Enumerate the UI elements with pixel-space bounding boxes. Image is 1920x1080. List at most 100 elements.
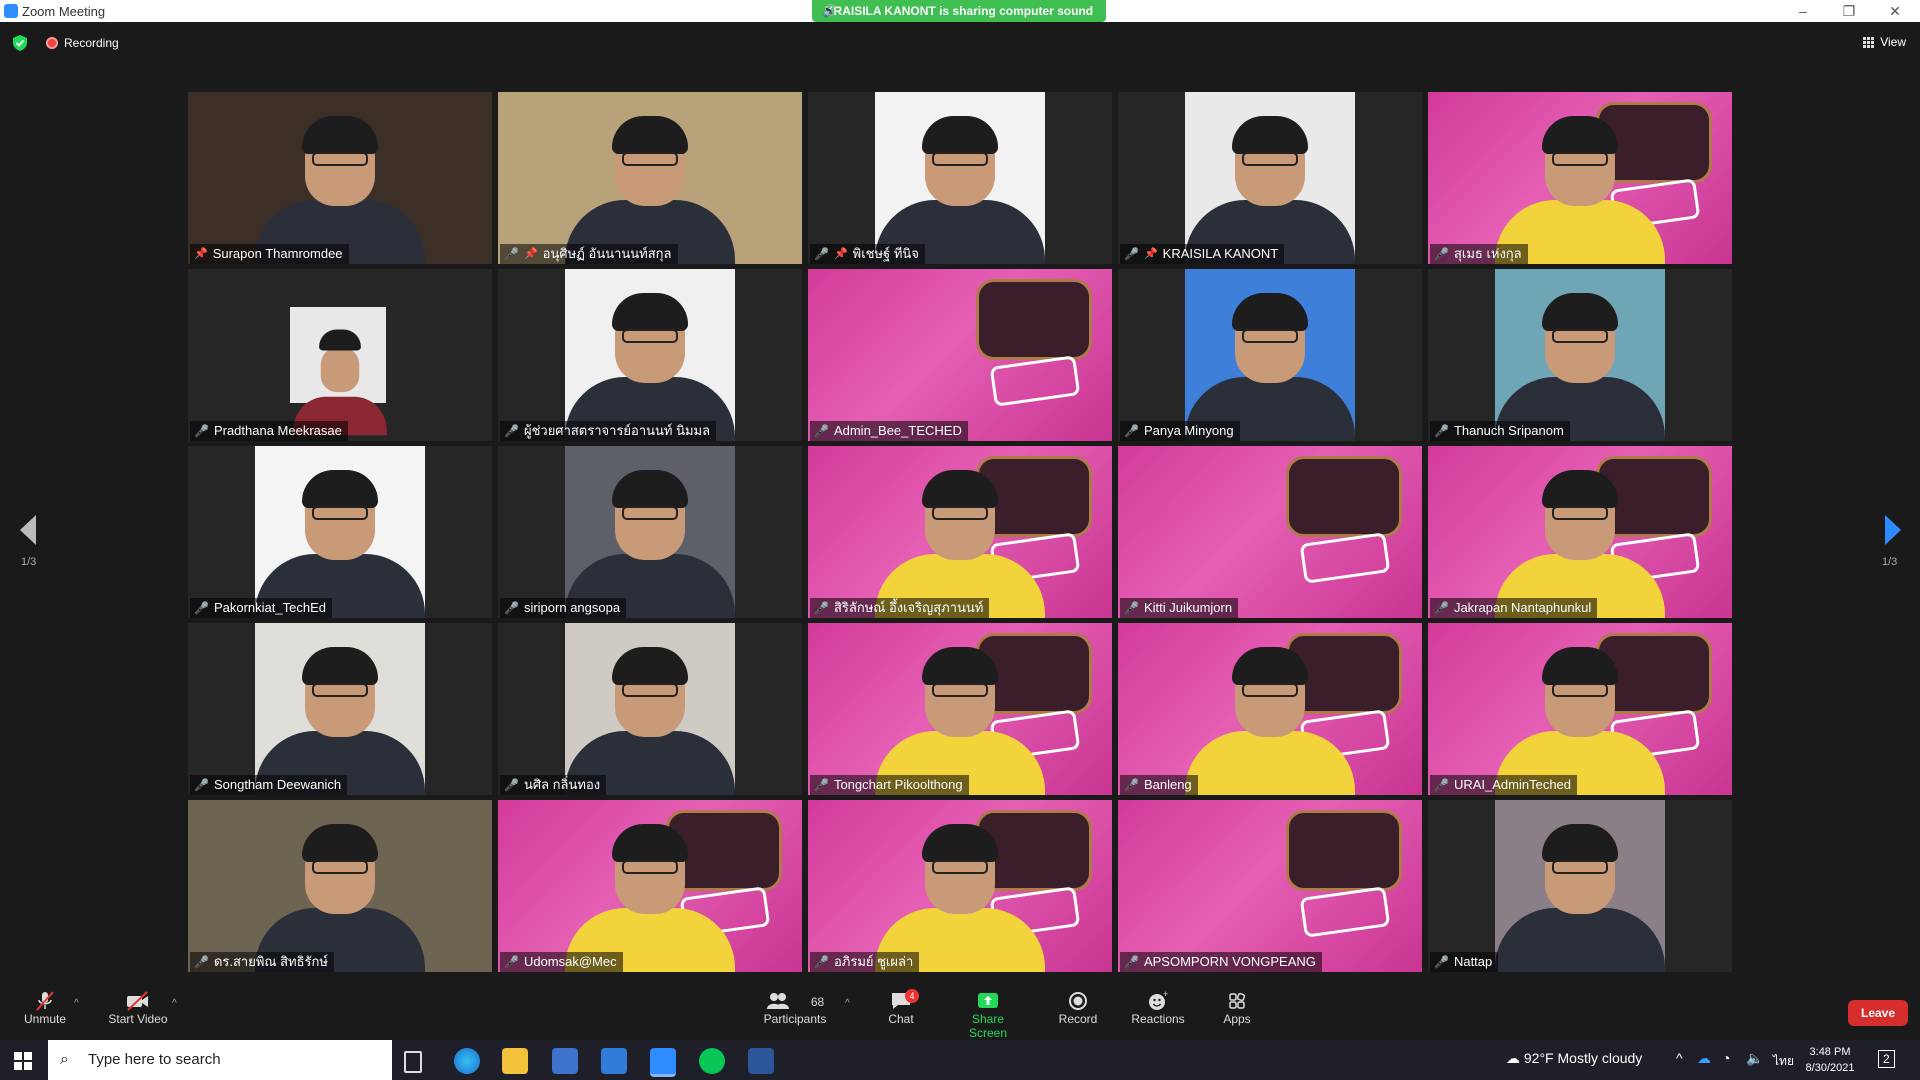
onedrive-icon[interactable]: ☁: [1697, 1050, 1711, 1067]
edge-browser-icon[interactable]: [454, 1048, 480, 1074]
maximize-button[interactable]: ❐: [1826, 0, 1872, 22]
volume-icon[interactable]: 🔈: [1746, 1050, 1763, 1067]
svg-text:+: +: [1163, 990, 1168, 999]
participant-video-tile[interactable]: 🎤 Pakornkiat_TechEd: [188, 446, 492, 618]
close-window-button[interactable]: ✕: [1872, 0, 1918, 22]
background-badge: [1299, 532, 1391, 584]
microsoft-store-icon[interactable]: [552, 1048, 578, 1074]
notification-center-icon[interactable]: 2: [1878, 1050, 1895, 1068]
notification-count: 2: [1883, 1052, 1890, 1066]
pin-icon: 📌: [1143, 248, 1158, 260]
taskbar-clock[interactable]: 3:48 PM 8/30/2021: [1795, 1044, 1865, 1076]
line-app-icon[interactable]: [699, 1048, 725, 1074]
task-view-icon[interactable]: [404, 1051, 422, 1073]
participant-name-label: 🎤 สุเมธ เห่งกุล: [1430, 244, 1528, 264]
background-speech-bubble: [1286, 810, 1402, 891]
participant-video-tile[interactable]: 🎤 siriporn angsopa: [498, 446, 802, 618]
participant-name-label: 🎤 📌 KRAISILA KANONT: [1120, 244, 1285, 264]
mic-muted-icon: 🎤: [504, 424, 519, 438]
weather-text: 92°F Mostly cloudy: [1523, 1050, 1643, 1066]
mic-muted-icon: 🎤: [1124, 247, 1139, 261]
reactions-button[interactable]: + Reactions: [1130, 989, 1186, 1026]
audio-options-caret-icon[interactable]: ^: [74, 998, 79, 1009]
recording-indicator[interactable]: Recording: [46, 36, 119, 50]
mail-icon[interactable]: [601, 1048, 627, 1074]
prev-page-arrow-icon[interactable]: [20, 515, 36, 545]
glasses: [932, 683, 988, 697]
participant-video-tile[interactable]: 🎤 Pradthana Meekrasae: [188, 269, 492, 441]
security-shield-icon[interactable]: [13, 35, 27, 51]
participant-video-tile[interactable]: 🎤 Kitti Juikumjorn: [1118, 446, 1422, 618]
participants-caret-icon[interactable]: ^: [845, 998, 850, 1009]
mic-muted-icon: [22, 990, 68, 1012]
input-language[interactable]: ไทย: [1773, 1052, 1794, 1071]
participant-video-tile[interactable]: 🎤 อภิรมย์ ชูเผล่า: [808, 800, 1112, 972]
video-gallery-grid: 📌 Surapon Thamromdee 🎤 📌 อนุศิษฏ์ อันนานนท์ส…: [188, 92, 1732, 972]
minimize-button[interactable]: –: [1780, 0, 1826, 22]
participant-video-tile[interactable]: 🎤 📌 อนุศิษฏ์ อันนานนท์สกุล: [498, 92, 802, 264]
participant-video-tile[interactable]: 🎤 Banleng: [1118, 623, 1422, 795]
participant-name: Admin_Bee_TECHED: [833, 423, 962, 438]
leave-button[interactable]: Leave: [1848, 1000, 1908, 1026]
participant-video-tile[interactable]: 🎤 สิริลักษณ์ อึ้งเจริญสุภานนท์: [808, 446, 1112, 618]
weather-widget[interactable]: ☁ 92°F Mostly cloudy: [1506, 1050, 1642, 1067]
participant-name: Kitti Juikumjorn: [1143, 600, 1233, 615]
wifi-icon[interactable]: ◔: [1722, 1050, 1730, 1066]
participant-name-label: 🎤 Tongchart Pikoolthong: [810, 775, 969, 795]
participant-video-tile[interactable]: 🎤 📌 KRAISILA KANONT: [1118, 92, 1422, 264]
participant-hair: [319, 329, 361, 351]
recording-label: Recording: [64, 36, 119, 50]
unmute-button[interactable]: Unmute: [22, 990, 68, 1026]
share-screen-button[interactable]: Share Screen: [952, 990, 1024, 1040]
view-button[interactable]: View: [1863, 35, 1906, 49]
participant-video: [1118, 446, 1422, 618]
page-indicator-left: 1/3: [21, 556, 37, 568]
participant-video-tile[interactable]: 🎤 Admin_Bee_TECHED: [808, 269, 1112, 441]
taskbar-search-box[interactable]: ⌕ Type here to search: [48, 1040, 392, 1080]
participant-name: สุเมธ เห่งกุล: [1453, 246, 1522, 261]
word-icon[interactable]: [748, 1048, 774, 1074]
participant-video-tile[interactable]: 🎤 Nattap: [1428, 800, 1732, 972]
pin-icon: 📌: [833, 248, 848, 260]
participant-video-tile[interactable]: 🎤 Jakrapan Nantaphunkul: [1428, 446, 1732, 618]
video-options-caret-icon[interactable]: ^: [172, 998, 177, 1009]
participant-name-label: 🎤 สิริลักษณ์ อึ้งเจริญสุภานนท์: [810, 598, 990, 618]
glasses: [1242, 683, 1298, 697]
pin-icon: 📌: [523, 248, 538, 260]
mic-muted-icon: 🎤: [194, 601, 209, 615]
file-explorer-icon[interactable]: [502, 1048, 528, 1074]
participant-video-tile[interactable]: 🎤 Panya Minyong: [1118, 269, 1422, 441]
participant-name: Panya Minyong: [1143, 423, 1234, 438]
tray-overflow-icon[interactable]: ^: [1676, 1050, 1683, 1066]
zoom-taskbar-icon[interactable]: [650, 1048, 676, 1077]
participant-name-label: 🎤 URAI_AdminTeched: [1430, 775, 1578, 795]
participant-video-tile[interactable]: 🎤 APSOMPORN VONGPEANG: [1118, 800, 1422, 972]
record-button[interactable]: Record: [1056, 990, 1100, 1026]
sharing-sound-banner[interactable]: 🔊 KRAISILA KANONT is sharing computer so…: [812, 0, 1106, 22]
windows-start-icon[interactable]: [14, 1052, 32, 1070]
search-icon: ⌕: [60, 1051, 69, 1068]
participant-video-tile[interactable]: 🎤 📌 พิเชษฐ์ ทีนิจ: [808, 92, 1112, 264]
participant-video-tile[interactable]: 🎤 ผู้ช่วยศาสตราจารย์อานนท์ นิมมล: [498, 269, 802, 441]
mic-muted-icon: 🎤: [814, 424, 829, 438]
glasses: [932, 152, 988, 166]
participant-video-tile[interactable]: 🎤 URAI_AdminTeched: [1428, 623, 1732, 795]
participant-name: KRAISILA KANONT: [1162, 246, 1279, 261]
participant-name: นศิล กลิ่นทอง: [523, 777, 601, 792]
background-speech-bubble: [1286, 456, 1402, 537]
participant-name-label: 🎤 📌 พิเชษฐ์ ทีนิจ: [810, 244, 925, 264]
participant-video-tile[interactable]: 🎤 Udomsak@Mec: [498, 800, 802, 972]
start-video-button[interactable]: Start Video: [106, 990, 170, 1026]
participant-video-tile[interactable]: 🎤 Songtham Deewanich: [188, 623, 492, 795]
participant-video-tile[interactable]: 🎤 Thanuch Sripanom: [1428, 269, 1732, 441]
apps-button[interactable]: Apps: [1222, 990, 1252, 1026]
participant-video-tile[interactable]: 🎤 สุเมธ เห่งกุล: [1428, 92, 1732, 264]
next-page-arrow-icon[interactable]: [1885, 515, 1901, 545]
participant-video-tile[interactable]: 🎤 ดร.สายพิณ สิทธิรักษ์: [188, 800, 492, 972]
pin-icon: 📌: [194, 248, 208, 260]
participant-video-tile[interactable]: 🎤 นศิล กลิ่นทอง: [498, 623, 802, 795]
participants-icon: 68: [762, 990, 828, 1012]
participants-button[interactable]: 68 Participants: [762, 990, 828, 1026]
participant-video-tile[interactable]: 📌 Surapon Thamromdee: [188, 92, 492, 264]
participant-video-tile[interactable]: 🎤 Tongchart Pikoolthong: [808, 623, 1112, 795]
